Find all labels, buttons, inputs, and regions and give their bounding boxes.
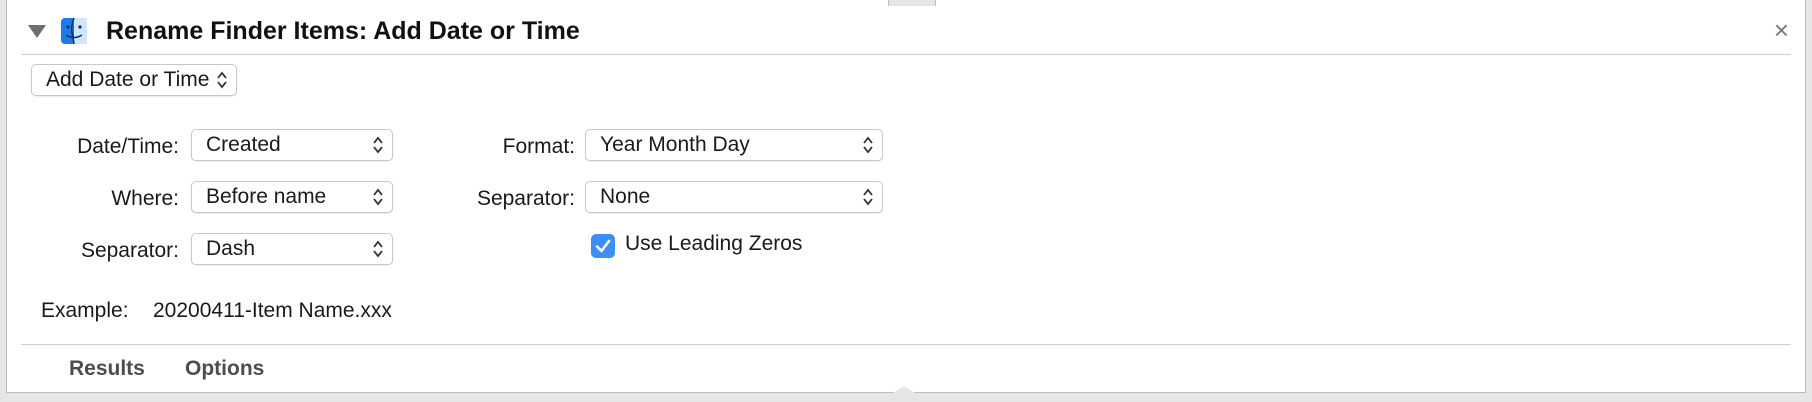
action-type-value: Add Date or Time [46,68,210,91]
left-separator-popup[interactable]: Dash [191,233,393,265]
datetime-value: Created [206,133,281,156]
format-label: Format: [502,135,575,158]
popup-chevron-icon [863,136,873,154]
checkmark-icon [595,239,611,253]
left-separator-label: Separator: [80,239,179,262]
popup-chevron-icon [217,71,227,89]
popup-chevron-icon [373,136,383,154]
right-separator-popup[interactable]: None [585,181,883,213]
popup-chevron-icon [373,188,383,206]
leading-zeros-label: Use Leading Zeros [625,232,803,255]
datetime-popup[interactable]: Created [191,129,393,161]
footer-divider [21,344,1791,345]
connector-notch-bottom [890,386,918,395]
left-separator-value: Dash [206,237,256,260]
connector-notch-top [888,0,936,6]
action-card: Rename Finder Items: Add Date or Time × … [6,0,1806,395]
right-separator-label: Separator: [476,187,575,210]
action-header: Rename Finder Items: Add Date or Time × [21,8,1791,55]
action-title: Rename Finder Items: Add Date or Time [106,16,580,45]
action-type-popup[interactable]: Add Date or Time [31,64,237,96]
close-icon[interactable]: × [1774,16,1789,44]
example-value: 20200411-Item Name.xxx [153,299,392,322]
format-value: Year Month Day [600,133,750,156]
format-popup[interactable]: Year Month Day [585,129,883,161]
disclosure-triangle-icon[interactable] [28,24,46,38]
tab-options[interactable]: Options [185,357,264,381]
tab-results[interactable]: Results [69,357,145,381]
where-value: Before name [206,185,327,208]
leading-zeros-checkbox[interactable] [591,234,615,258]
right-separator-value: None [600,185,651,208]
where-label: Where: [111,187,179,210]
popup-chevron-icon [373,240,383,258]
finder-icon [61,17,87,45]
datetime-label: Date/Time: [77,135,179,158]
where-popup[interactable]: Before name [191,181,393,213]
popup-chevron-icon [863,188,873,206]
example-label: Example: [41,299,129,322]
